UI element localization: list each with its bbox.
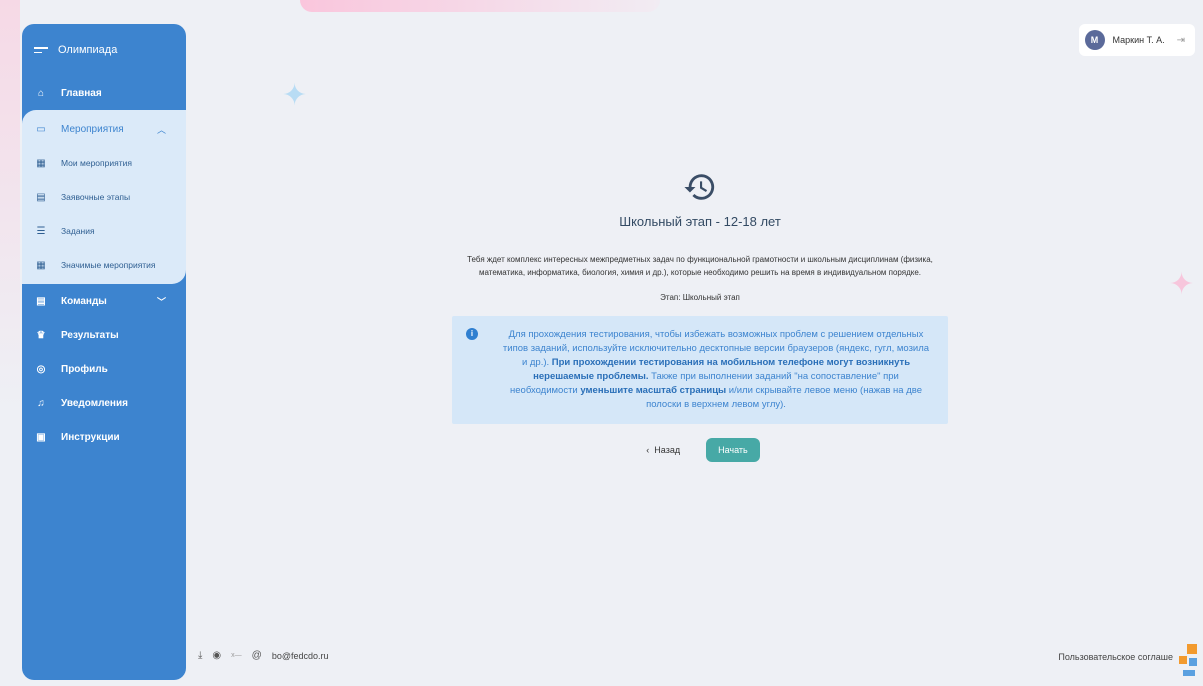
sparkle-decoration: ✦	[282, 79, 308, 112]
sidebar-item-label: Мои мероприятия	[61, 158, 132, 168]
calendar-star-icon: ▦	[36, 259, 46, 271]
sidebar-item-my-events[interactable]: ▦ Мои мероприятия	[22, 146, 186, 180]
tasks-list-icon: ☰	[36, 225, 46, 237]
footer-email[interactable]: bo@fedcdo.ru	[272, 651, 329, 661]
stage-label: Этап: Школьный этап	[660, 293, 740, 302]
sidebar-item-application-stages[interactable]: ▤ Заявочные этапы	[22, 180, 186, 214]
calendar-list-icon: ▤	[36, 191, 46, 203]
events-submenu: ▭ Мероприятия ︿ ▦ Мои мероприятия ▤ Заяв…	[22, 110, 186, 284]
background-decoration	[0, 0, 20, 686]
settings-icon[interactable]: ◉	[212, 650, 221, 661]
profile-icon: ◎	[36, 363, 46, 375]
team-icon: ▤	[36, 295, 46, 307]
sidebar-item-label: Уведомления	[61, 397, 128, 409]
sidebar-item-events[interactable]: ▭ Мероприятия ︿	[22, 112, 186, 146]
logout-icon[interactable]: ⇥	[1177, 35, 1185, 46]
calendar-grid-icon: ▦	[36, 157, 46, 169]
sidebar-header: Олимпиада	[22, 24, 186, 76]
bell-icon: ♫	[37, 397, 45, 409]
user-name: Маркин Т. А.	[1112, 35, 1165, 45]
back-label: Назад	[654, 445, 681, 455]
stage-description: Тебя ждет комплекс интересных межпредмет…	[467, 255, 933, 277]
sidebar-item-label: Значимые мероприятия	[61, 260, 156, 270]
start-button[interactable]: Начать	[706, 438, 760, 462]
menu-toggle-icon[interactable]	[34, 44, 48, 56]
email-icon: @	[251, 650, 262, 661]
chevron-left-icon: ‹	[646, 445, 650, 455]
footer-contacts: ⤓ ◉ x— @ bo@fedcdo.ru	[198, 650, 328, 661]
sidebar-item-label: Результаты	[61, 329, 119, 341]
chevron-up-icon: ︿	[156, 124, 166, 135]
sidebar-item-label: Задания	[61, 226, 95, 236]
sparkle-decoration: ✦	[1169, 268, 1195, 301]
user-agreement-link[interactable]: Пользовательское соглаше	[1058, 652, 1173, 662]
sidebar-item-notifications[interactable]: ♫ Уведомления	[22, 386, 186, 420]
background-decoration	[300, 0, 660, 12]
sidebar-item-label: Инструкции	[61, 431, 120, 443]
page-title: Школьный этап - 12-18 лет	[619, 214, 781, 229]
sidebar-item-results[interactable]: ♛ Результаты	[22, 318, 186, 352]
back-button[interactable]: ‹ Назад	[640, 444, 686, 456]
trophy-icon: ♛	[36, 329, 46, 341]
sidebar-item-home[interactable]: ⌂ Главная	[22, 76, 186, 110]
info-bold-zoom: уменьшите масштаб страницы	[580, 385, 727, 396]
history-clock-icon	[684, 174, 715, 200]
user-menu[interactable]: М Маркин Т. А. ⇥	[1078, 24, 1195, 56]
sidebar-item-profile[interactable]: ◎ Профиль	[22, 352, 186, 386]
corner-decoration	[1179, 644, 1197, 676]
stage-intro: Школьный этап - 12-18 лет Тебя ждет комп…	[440, 170, 960, 462]
avatar: М	[1084, 30, 1105, 50]
home-icon: ⌂	[37, 87, 45, 99]
sidebar-item-instructions[interactable]: ▣ Инструкции	[22, 420, 186, 454]
book-icon: ▣	[36, 431, 46, 443]
info-icon: i	[466, 328, 478, 340]
chevron-down-icon: ﹀	[156, 296, 166, 307]
calendar-icon: ▭	[36, 123, 46, 135]
sidebar-item-label: Команды	[61, 295, 107, 307]
sidebar-item-label: Главная	[61, 87, 102, 99]
sidebar: Олимпиада ⌂ Главная ▭ Мероприятия ︿ ▦ Мо…	[22, 24, 186, 680]
action-bar: ‹ Назад Начать	[440, 438, 960, 462]
divider-icon: x—	[231, 652, 242, 659]
sidebar-item-teams[interactable]: ▤ Команды ﹀	[22, 284, 186, 318]
sidebar-item-tasks[interactable]: ☰ Задания	[22, 214, 186, 248]
sidebar-item-significant-events[interactable]: ▦ Значимые мероприятия	[22, 248, 186, 282]
sidebar-item-label: Мероприятия	[61, 123, 124, 135]
sidebar-item-label: Профиль	[61, 363, 108, 375]
download-icon[interactable]: ⤓	[198, 650, 202, 661]
sidebar-item-label: Заявочные этапы	[61, 192, 131, 202]
info-notice: i Для прохождения тестирования, чтобы из…	[452, 316, 948, 424]
app-title: Олимпиада	[58, 44, 118, 56]
